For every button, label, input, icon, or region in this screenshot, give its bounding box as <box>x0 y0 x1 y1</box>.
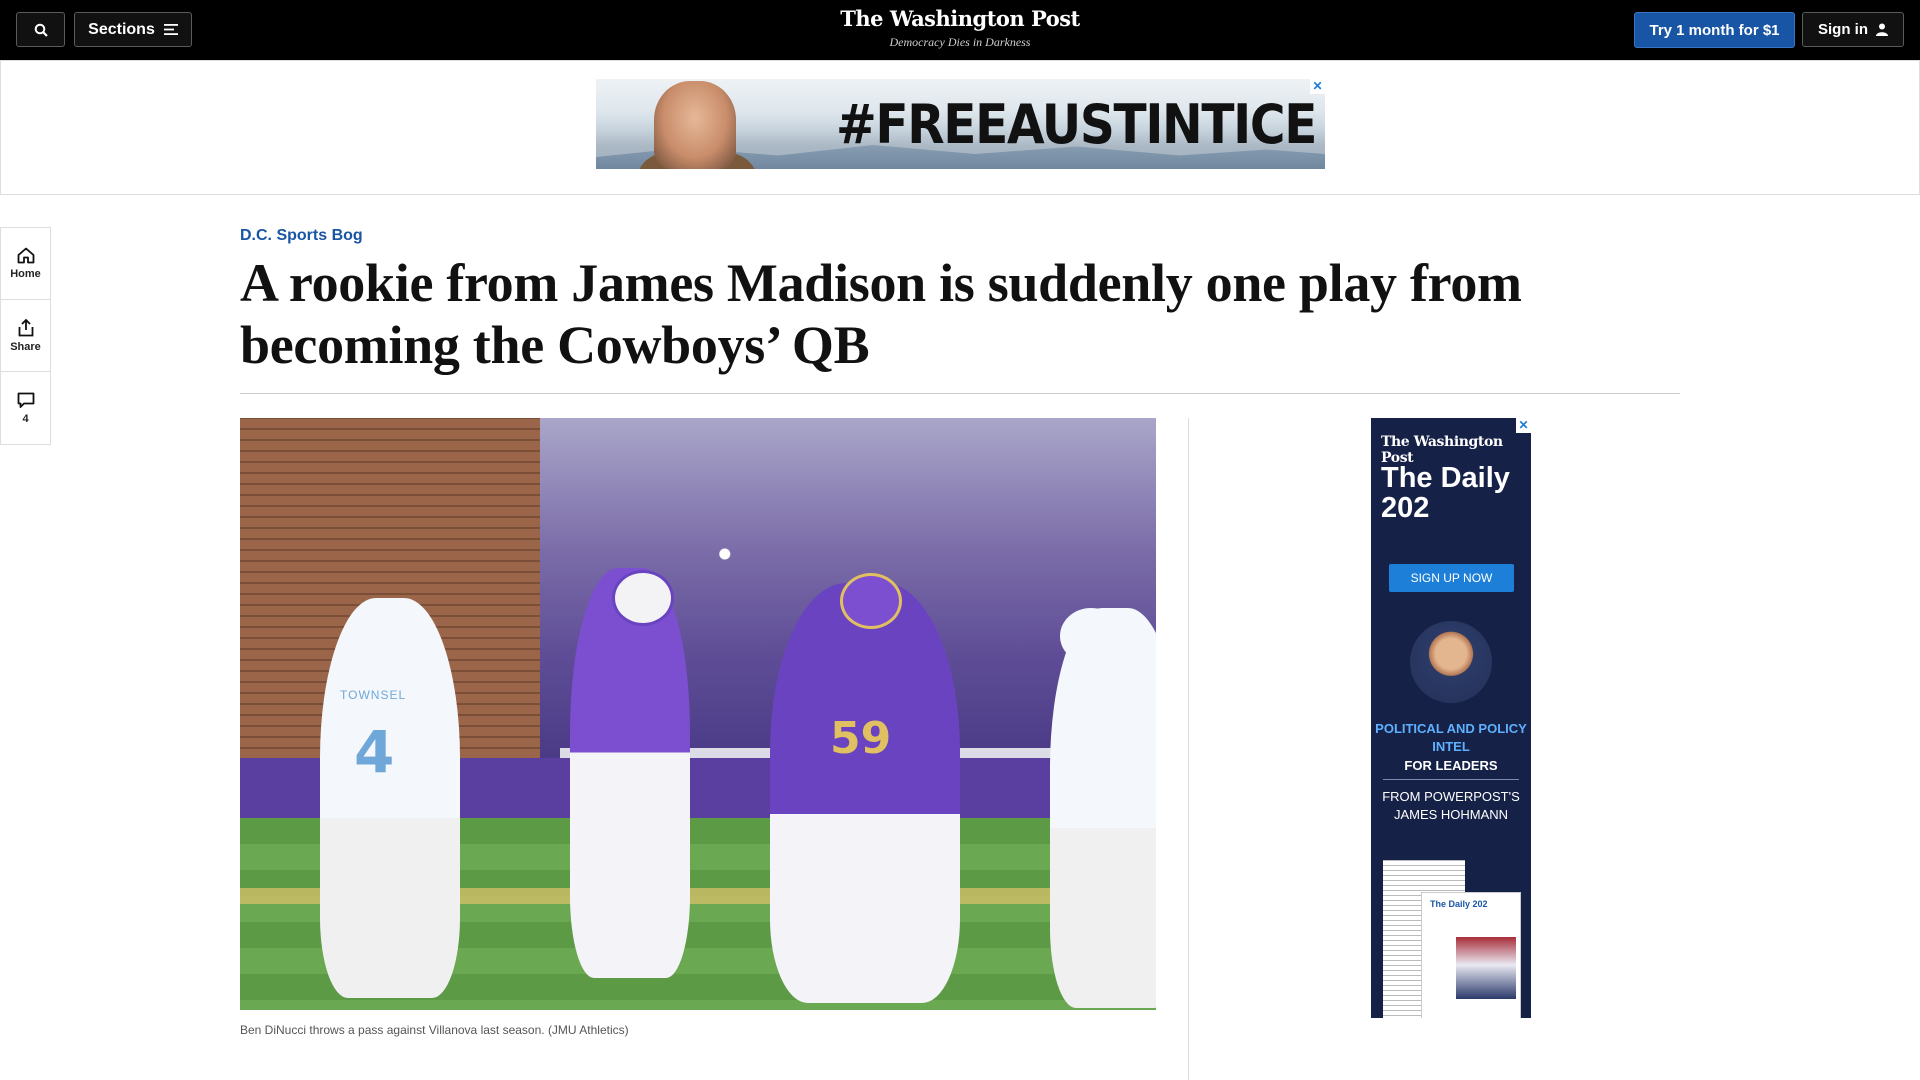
logo[interactable]: The Washington Post <box>760 6 1160 31</box>
helmet <box>358 606 420 662</box>
home-icon <box>17 247 34 264</box>
ad-from-text: FROM POWERPOST'S JAMES HOHMANN <box>1382 789 1520 822</box>
sections-label: Sections <box>88 20 155 38</box>
ad-doc-image <box>1456 937 1516 999</box>
top-ad-region: #FREEAUSTINTICE ✕ <box>0 60 1920 195</box>
masthead[interactable]: The Washington Post Democracy Dies in Da… <box>760 6 1160 50</box>
ad-signup-button[interactable]: SIGN UP NOW <box>1389 564 1514 592</box>
rail-comments-button[interactable]: 4 <box>1 372 50 444</box>
player-lineman: 59 <box>770 583 960 1003</box>
helmet <box>840 573 902 629</box>
photo-caption: Ben DiNucci throws a pass against Villan… <box>240 1023 629 1037</box>
ad-author-portrait <box>1410 621 1492 703</box>
comment-icon <box>17 392 34 408</box>
ad-leaders-text: FOR LEADERS <box>1404 758 1498 773</box>
rail-share-label: Share <box>10 340 41 353</box>
ad-doc-title: The Daily 202 <box>1430 899 1488 909</box>
jersey-number: 59 <box>830 713 892 764</box>
sign-in-label: Sign in <box>1818 21 1868 38</box>
top-navigation-bar: Sections The Washington Post Democracy D… <box>0 0 1920 60</box>
ad-title: The Daily 202 <box>1381 462 1510 524</box>
banner-hashtag: #FREEAUSTINTICE <box>836 93 1317 156</box>
sign-in-button[interactable]: Sign in <box>1802 12 1904 47</box>
banner-person-photo <box>654 81 736 169</box>
headline-divider <box>240 393 1680 394</box>
comment-count: 4 <box>22 412 29 425</box>
search-button[interactable] <box>16 12 65 47</box>
rail-home-button[interactable]: Home <box>1 228 50 300</box>
search-icon <box>34 23 48 37</box>
helmet <box>612 570 674 626</box>
left-action-rail: Home Share 4 <box>0 227 51 445</box>
player-villanova-right <box>1050 608 1156 1008</box>
section-kicker[interactable]: D.C. Sports Bog <box>240 227 363 245</box>
tagline: Democracy Dies in Darkness <box>889 35 1031 49</box>
column-divider <box>1188 418 1189 1080</box>
hamburger-icon <box>163 24 178 35</box>
player-quarterback <box>570 568 690 978</box>
ad-intel-text: POLITICAL AND POLICY INTEL <box>1375 721 1527 754</box>
rail-share-button[interactable]: Share <box>1 300 50 372</box>
jersey-number: 4 <box>354 718 395 786</box>
article-photo[interactable]: TOWNSEL 4 59 <box>240 418 1156 1010</box>
advertisement-banner[interactable]: #FREEAUSTINTICE ✕ <box>596 79 1325 169</box>
ad-newsletter-preview: The Daily 202 <box>1421 892 1521 1018</box>
rail-home-label: Home <box>10 268 41 280</box>
ad-close-icon[interactable]: ✕ <box>1310 79 1325 94</box>
ad-close-icon[interactable]: ✕ <box>1516 418 1531 433</box>
article-headline: A rookie from James Madison is suddenly … <box>240 253 1522 375</box>
subscribe-button[interactable]: Try 1 month for $1 <box>1634 12 1795 48</box>
sidebar-advertisement[interactable]: ✕ The Washington Post The Daily 202 SIGN… <box>1371 418 1531 1018</box>
user-icon <box>1876 23 1888 36</box>
ad-divider <box>1383 779 1519 780</box>
sections-button[interactable]: Sections <box>74 12 192 47</box>
helmet <box>1060 608 1122 664</box>
share-icon <box>18 318 33 336</box>
jersey-name: TOWNSEL <box>340 688 407 702</box>
